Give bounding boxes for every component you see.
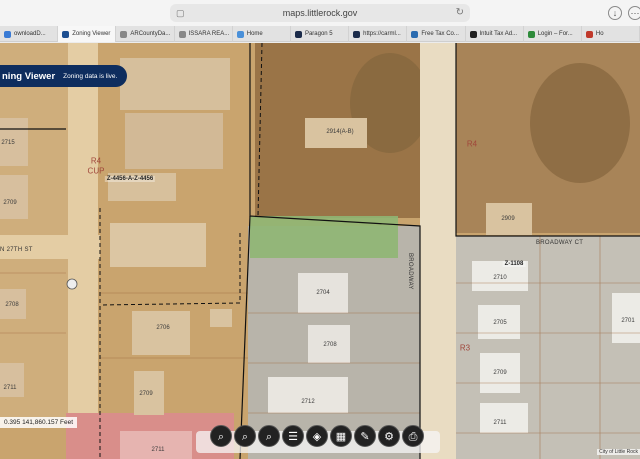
parcel-label: 2708	[323, 342, 337, 348]
coordinate-readout: 0.395 141,860.157 Feet	[0, 417, 78, 428]
reload-icon[interactable]: ↻	[456, 4, 464, 22]
zone-label: R4	[466, 139, 478, 149]
favicon-icon	[585, 30, 593, 38]
parcel-label: 2711	[493, 420, 507, 426]
favicon-icon	[178, 30, 186, 38]
app-title-banner: ning Viewer Zoning data is live.	[0, 65, 128, 87]
parcel-label: 2709	[3, 200, 17, 206]
tab-label: Free Tax Co...	[421, 31, 459, 37]
favicon-icon	[236, 30, 244, 38]
parcel-label: 2715	[1, 140, 15, 146]
browser-toolbar: ▢ maps.littlerock.gov ↻ ↓ ⋯	[0, 0, 640, 26]
browser-tab[interactable]: Login – For...	[524, 26, 582, 42]
browser-tab[interactable]: Paragon 5	[291, 26, 350, 42]
parcel-label: 2708	[5, 302, 19, 308]
street-label: BROADWAY CT	[536, 240, 584, 246]
download-icon[interactable]: ↓	[608, 6, 622, 20]
url-text: maps.littlerock.gov	[282, 8, 358, 18]
tab-label: Login – For...	[537, 31, 573, 37]
share-icon[interactable]: ⋯	[628, 6, 640, 20]
map-credit: City of Little Rock	[597, 449, 640, 455]
tab-label: ISSARA REA...	[188, 31, 230, 37]
favicon-icon	[120, 30, 128, 38]
draw-icon[interactable]: ✎	[354, 425, 376, 447]
list-icon[interactable]: ☰	[282, 425, 304, 447]
browser-tab[interactable]: ownloadD...	[0, 26, 59, 42]
parcel-label: 2705	[493, 320, 507, 326]
grid-icon[interactable]: ▦	[330, 425, 352, 447]
tab-label: Paragon 5	[304, 31, 333, 37]
zone-label: R3	[459, 343, 471, 353]
parcel-label: 2709	[139, 391, 153, 397]
browser-tab[interactable]: Ho	[582, 26, 640, 42]
zone-label: CUP	[87, 166, 105, 176]
zone-label: R4	[90, 156, 102, 166]
tab-label: Home	[246, 31, 263, 37]
favicon-icon	[62, 30, 70, 38]
search-parcel-icon[interactable]: ⌕	[234, 425, 256, 447]
tab-label: Intuit Tax Ad...	[479, 31, 518, 37]
app-subtitle: Zoning data is live.	[63, 72, 118, 80]
parcel-label: 2710	[493, 275, 507, 281]
browser-tab[interactable]: Zoning Viewer	[58, 26, 117, 42]
browser-tab[interactable]: https://carml...	[349, 26, 408, 42]
browser-tab[interactable]: ISSARA REA...	[175, 26, 233, 42]
favicon-icon	[469, 30, 477, 38]
favicon-icon	[527, 30, 535, 38]
parcel-label: 2914(A-B)	[326, 129, 354, 135]
browser-tab[interactable]: ARCountyDa...	[116, 26, 175, 42]
browser-tab[interactable]: Free Tax Co...	[407, 26, 466, 42]
parcel-label: 2704	[316, 290, 330, 296]
tab-label: Zoning Viewer	[72, 31, 111, 37]
zoom-icon[interactable]: ⌕	[210, 425, 232, 447]
share-icon[interactable]: ⚙	[378, 425, 400, 447]
zoning-case-label: Z-1108	[502, 261, 526, 267]
parcel-label: 2706	[156, 325, 170, 331]
page-icon: ▢	[176, 8, 185, 18]
map-view[interactable]: 2914(A-B) 2909 2704 2708 2712 2706 2709 …	[0, 43, 640, 459]
app-title: ning Viewer	[2, 70, 56, 82]
layers-icon[interactable]: ◈	[306, 425, 328, 447]
favicon-icon	[294, 30, 302, 38]
zoning-case-label: Z-4456-A-Z-4456	[104, 176, 156, 182]
map-toolbar: ⌕ ⌕ ⌕ ☰ ◈ ▦ ✎ ⚙ ⎙	[210, 425, 424, 447]
aerial-map[interactable]	[0, 43, 640, 459]
tab-label: Ho	[595, 31, 604, 37]
tab-label: https://carml...	[363, 31, 401, 37]
parcel-label: 2711	[151, 447, 165, 453]
tab-label: ownloadD...	[14, 31, 46, 37]
print-icon[interactable]: ⎙	[402, 425, 424, 447]
tab-label: ARCountyDa...	[130, 31, 171, 37]
browser-tab[interactable]: Home	[233, 26, 291, 42]
browser-tab[interactable]: Intuit Tax Ad...	[466, 26, 524, 42]
favicon-icon	[411, 30, 419, 38]
parcel-label: 2701	[621, 318, 635, 324]
favicon-icon	[353, 30, 361, 38]
parcel-label: 2709	[493, 370, 507, 376]
address-bar[interactable]: ▢ maps.littlerock.gov ↻	[170, 4, 470, 22]
street-label: N 27TH ST	[0, 247, 33, 253]
parcel-label: 2711	[3, 385, 17, 391]
parcel-label: 2712	[301, 399, 315, 405]
street-label: BROADWAY	[407, 253, 413, 290]
favicon-icon	[4, 30, 11, 38]
parcel-label: 2909	[501, 216, 515, 222]
tab-strip: ownloadD... Zoning Viewer ARCountyDa... ISS…	[0, 26, 640, 42]
find-icon[interactable]: ⌕	[258, 425, 280, 447]
